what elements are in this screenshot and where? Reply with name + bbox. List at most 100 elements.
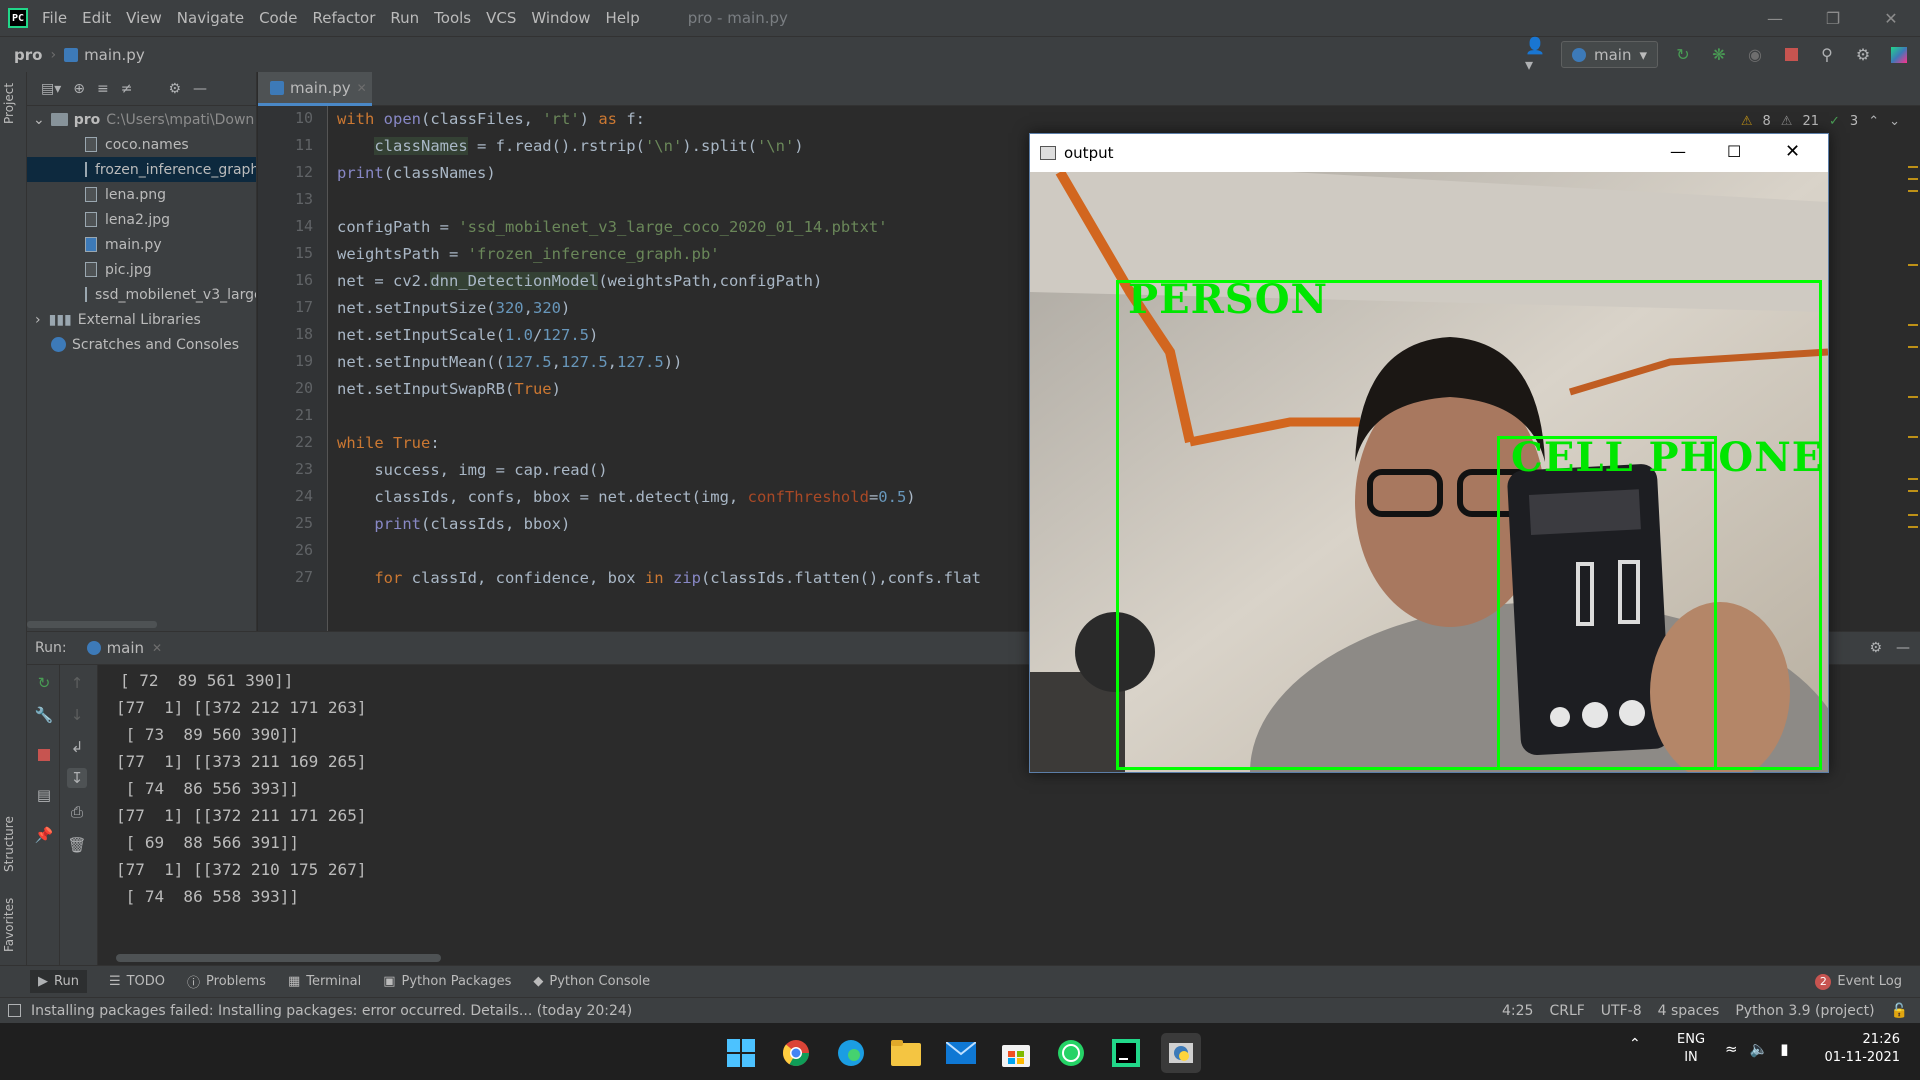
- warning-marker[interactable]: [1908, 324, 1918, 326]
- rerun-icon[interactable]: ↻: [34, 673, 54, 693]
- inspection-widget[interactable]: ⚠ 8 ⚠ 21 ✓ 3 ⌃ ⌄: [1741, 114, 1900, 129]
- pycharm-taskbar-icon[interactable]: [1106, 1033, 1146, 1073]
- warning-marker[interactable]: [1908, 436, 1918, 438]
- tab-main-py[interactable]: main.py ✕: [258, 72, 372, 106]
- settings-icon[interactable]: ⚙: [1852, 44, 1874, 66]
- console-horizontal-scrollbar[interactable]: [116, 954, 441, 962]
- coverage-icon[interactable]: ◉: [1744, 44, 1766, 66]
- close-icon[interactable]: ✕: [1785, 141, 1800, 162]
- system-tray[interactable]: ≈ 🔈 ▮: [1725, 1040, 1789, 1058]
- warning-marker[interactable]: [1908, 490, 1918, 492]
- output-titlebar[interactable]: output — ☐ ✕: [1030, 134, 1828, 172]
- edge-icon[interactable]: [831, 1033, 871, 1073]
- tree-file[interactable]: pic.jpg: [27, 257, 256, 282]
- search-icon[interactable]: ⚲: [1816, 44, 1838, 66]
- tree-external-libraries[interactable]: › ▮▮▮ External Libraries: [27, 307, 256, 332]
- menu-edit[interactable]: Edit: [82, 9, 111, 27]
- lock-icon[interactable]: 🔓: [1891, 1003, 1908, 1019]
- tray-overflow-icon[interactable]: ⌃: [1629, 1036, 1641, 1052]
- arrow-up-icon[interactable]: ↑: [67, 673, 87, 693]
- horizontal-scrollbar[interactable]: [27, 621, 157, 628]
- status-panel-toggle-icon[interactable]: [8, 1004, 21, 1017]
- whatsapp-icon[interactable]: [1051, 1033, 1091, 1073]
- tab-run[interactable]: ▶ Run: [30, 970, 87, 993]
- print-icon[interactable]: ⎙: [67, 802, 87, 822]
- favorites-tool-tab[interactable]: Favorites: [2, 898, 16, 952]
- run-config-selector[interactable]: main ▾: [1560, 41, 1658, 68]
- tree-file-selected[interactable]: frozen_inference_graph: [27, 157, 256, 182]
- breadcrumb-file[interactable]: main.py: [84, 46, 145, 64]
- tab-terminal[interactable]: ▦ Terminal: [288, 974, 361, 989]
- menu-vcs[interactable]: VCS: [486, 9, 516, 27]
- start-icon[interactable]: [721, 1033, 761, 1073]
- pin-icon[interactable]: 📌: [34, 825, 54, 845]
- tree-root[interactable]: ⌄ pro C:\Users\mpati\Down: [27, 107, 256, 132]
- tree-scratches[interactable]: Scratches and Consoles: [27, 332, 256, 357]
- collapse-all-icon[interactable]: ≠: [121, 81, 133, 97]
- warning-marker[interactable]: [1908, 166, 1918, 168]
- event-log-button[interactable]: 2 Event Log: [1815, 973, 1902, 990]
- warning-marker[interactable]: [1908, 346, 1918, 348]
- minimize-icon[interactable]: —: [1746, 0, 1804, 36]
- stop-icon[interactable]: [1780, 44, 1802, 66]
- scroll-to-end-icon[interactable]: ↧: [67, 768, 87, 788]
- run-tab-main[interactable]: main: [107, 639, 144, 657]
- gear-icon[interactable]: ⚙: [168, 81, 181, 97]
- tree-file[interactable]: ssd_mobilenet_v3_large: [27, 282, 256, 307]
- file-encoding[interactable]: UTF-8: [1601, 1003, 1642, 1019]
- menu-help[interactable]: Help: [606, 9, 640, 27]
- breadcrumb-project[interactable]: pro: [14, 46, 42, 64]
- tree-file[interactable]: main.py: [27, 232, 256, 257]
- warning-marker[interactable]: [1908, 178, 1918, 180]
- chevron-down-icon[interactable]: ⌄: [1889, 114, 1900, 129]
- arrow-down-icon[interactable]: ↓: [67, 705, 87, 725]
- clock[interactable]: 21:26 01-11-2021: [1824, 1031, 1900, 1067]
- indent-setting[interactable]: 4 spaces: [1658, 1003, 1720, 1019]
- layout-icon[interactable]: ▤: [34, 785, 54, 805]
- menu-window[interactable]: Window: [531, 9, 590, 27]
- caret-position[interactable]: 4:25: [1502, 1003, 1533, 1019]
- python-interpreter[interactable]: Python 3.9 (project): [1735, 1003, 1874, 1019]
- warning-marker[interactable]: [1908, 264, 1918, 266]
- restore-icon[interactable]: ❐: [1804, 0, 1862, 36]
- wrench-icon[interactable]: 🔧: [34, 705, 54, 725]
- editor-vertical-scrollbar[interactable]: [1905, 106, 1920, 631]
- language-indicator[interactable]: ENG IN: [1677, 1031, 1705, 1067]
- trash-icon[interactable]: 🗑: [67, 835, 87, 855]
- python-taskbar-icon[interactable]: [1161, 1033, 1201, 1073]
- warning-marker[interactable]: [1908, 396, 1918, 398]
- warning-marker[interactable]: [1908, 478, 1918, 480]
- expand-all-icon[interactable]: ≡: [97, 81, 109, 97]
- hide-icon[interactable]: —: [193, 81, 207, 97]
- locate-icon[interactable]: ⊕: [73, 81, 85, 97]
- tab-python-console[interactable]: ◆ Python Console: [533, 974, 650, 989]
- menu-code[interactable]: Code: [259, 9, 297, 27]
- structure-tool-tab[interactable]: Structure: [2, 816, 16, 872]
- menu-tools[interactable]: Tools: [434, 9, 471, 27]
- maximize-icon[interactable]: ☐: [1727, 142, 1741, 161]
- jetbrains-toolbox-icon[interactable]: [1888, 44, 1910, 66]
- store-icon[interactable]: [996, 1033, 1036, 1073]
- tab-problems[interactable]: ⓘ Problems: [187, 972, 266, 991]
- project-tool-tab[interactable]: Project: [2, 83, 16, 124]
- chevron-up-icon[interactable]: ⌃: [1868, 114, 1879, 129]
- menu-run[interactable]: Run: [390, 9, 419, 27]
- file-explorer-icon[interactable]: [886, 1033, 926, 1073]
- mail-icon[interactable]: [941, 1033, 981, 1073]
- hide-run-panel-icon[interactable]: —: [1896, 640, 1910, 656]
- soft-wrap-icon[interactable]: ↲: [67, 737, 87, 757]
- tab-python-packages[interactable]: ▣ Python Packages: [383, 974, 511, 989]
- close-icon[interactable]: ✕: [1862, 0, 1920, 36]
- tab-todo[interactable]: ☰ TODO: [109, 974, 165, 989]
- stop-icon[interactable]: [34, 745, 54, 765]
- user-icon[interactable]: 👤▾: [1525, 36, 1547, 74]
- line-separator[interactable]: CRLF: [1549, 1003, 1584, 1019]
- menu-file[interactable]: File: [42, 9, 67, 27]
- warning-marker[interactable]: [1908, 514, 1918, 516]
- status-message[interactable]: Installing packages failed: Installing p…: [31, 1003, 632, 1019]
- output-window[interactable]: output — ☐ ✕ PERSON CELL PHONE: [1029, 133, 1829, 773]
- minimize-icon[interactable]: —: [1670, 142, 1686, 161]
- tree-file[interactable]: coco.names: [27, 132, 256, 157]
- close-tab-icon[interactable]: ✕: [357, 81, 367, 95]
- menu-view[interactable]: View: [126, 9, 162, 27]
